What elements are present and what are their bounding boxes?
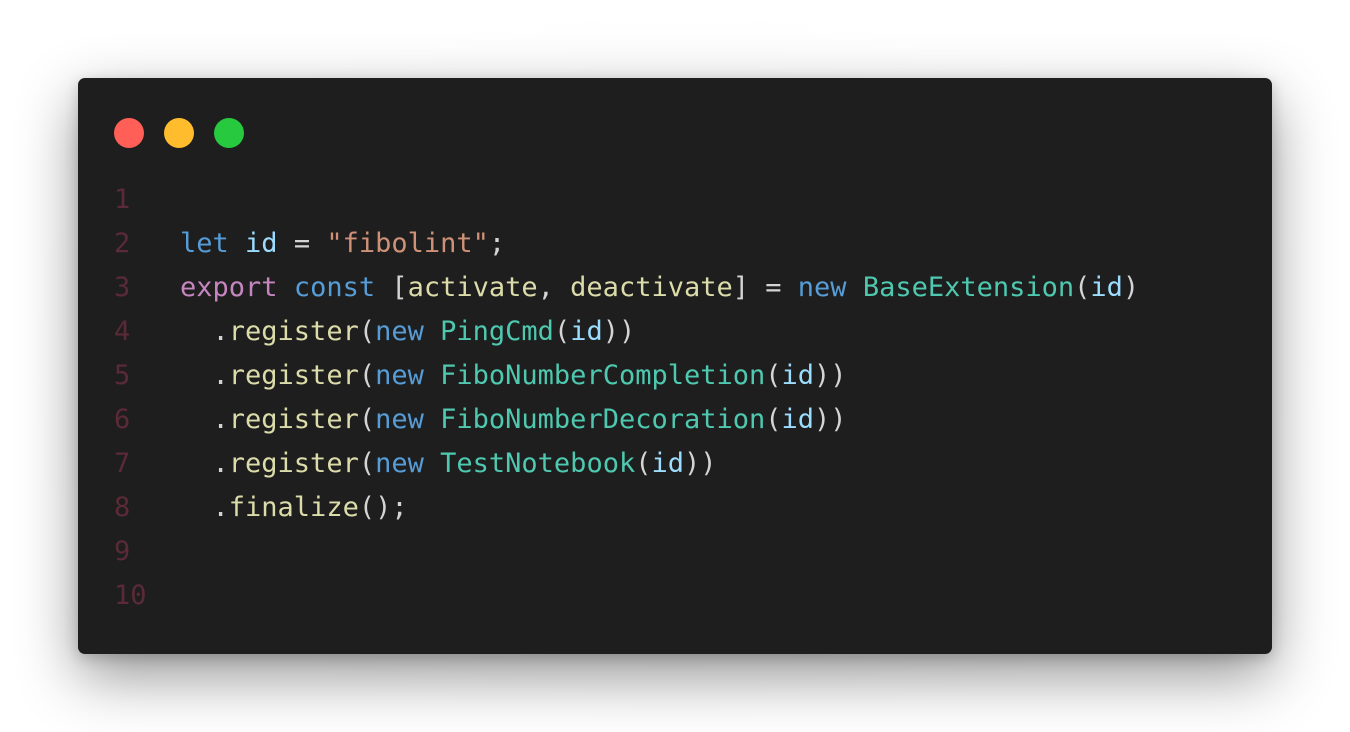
code-token: PingCmd (440, 316, 554, 347)
code-token: TestNotebook (440, 448, 636, 479)
code-token: ( (358, 316, 376, 347)
line-number: 2 (114, 228, 131, 259)
code-token: register (228, 448, 359, 479)
code-line: 5 .register(new FiboNumberCompletion(id)… (78, 354, 1272, 398)
code-text: .finalize(); (180, 486, 408, 530)
code-token: ) (1122, 272, 1140, 303)
code-token: ( (635, 448, 652, 479)
code-token: ( (358, 404, 376, 435)
line-number: 1 (114, 184, 131, 215)
code-token: FiboNumberCompletion (440, 360, 766, 391)
code-window: 1 2 let id = "fibolint"; 3 export const [act… (78, 78, 1272, 654)
code-text: .register(new PingCmd(id)) (180, 310, 636, 354)
code-line: 1 (78, 178, 1272, 222)
code-text: .register(new FiboNumberCompletion(id)) (180, 354, 847, 398)
code-token: . (180, 360, 229, 391)
code-token: )) (602, 316, 636, 347)
code-line: 6 .register(new FiboNumberDecoration(id)… (78, 398, 1272, 442)
code-token: ] = (732, 272, 798, 303)
code-line: 9 (78, 530, 1272, 574)
code-token: id (651, 448, 684, 479)
line-number: 4 (114, 316, 131, 347)
code-line: 8 .finalize(); (78, 486, 1272, 530)
code-token: [ (375, 272, 408, 303)
code-text: export const [activate, deactivate] = ne… (180, 266, 1139, 310)
code-token: (); (358, 492, 408, 523)
code-token: . (180, 316, 229, 347)
code-text: let id = "fibolint"; (180, 222, 505, 266)
code-token: new (375, 448, 424, 479)
code-token: new (797, 272, 847, 303)
code-token: ( (765, 404, 782, 435)
maximize-dot-icon[interactable] (214, 118, 244, 148)
code-token: new (375, 316, 424, 347)
code-token: register (228, 360, 359, 391)
close-dot-icon[interactable] (114, 118, 144, 148)
line-number: 6 (114, 404, 131, 435)
code-token: BaseExtension (862, 272, 1075, 303)
code-token: ( (765, 360, 782, 391)
code-token: )) (814, 404, 847, 435)
code-text: .register(new TestNotebook(id)) (180, 442, 717, 486)
line-number: 9 (114, 536, 131, 567)
line-number: 8 (114, 492, 131, 523)
code-line: 3 export const [activate, deactivate] = n… (78, 266, 1272, 310)
code-line: 10 (78, 574, 1272, 618)
code-token: id (570, 316, 603, 347)
code-token: ( (1074, 272, 1091, 303)
code-token: activate (407, 272, 538, 303)
code-line: 7 .register(new TestNotebook(id)) (78, 442, 1272, 486)
code-text: .register(new FiboNumberDecoration(id)) (180, 398, 847, 442)
line-number: 7 (114, 448, 131, 479)
code-token: register (228, 404, 359, 435)
code-token: . (180, 448, 229, 479)
line-number: 10 (114, 580, 147, 611)
code-token: id (781, 360, 815, 391)
code-token: ( (358, 448, 376, 479)
code-token: )) (814, 360, 847, 391)
code-token: . (180, 492, 229, 523)
code-token: id (1090, 272, 1123, 303)
line-number: 5 (114, 360, 131, 391)
code-token: finalize (228, 492, 359, 523)
code-token: FiboNumberDecoration (440, 404, 766, 435)
code-token: "fibolint" (326, 228, 489, 259)
code-token: , (537, 272, 571, 303)
code-token: ( (358, 360, 376, 391)
code-token: id (781, 404, 815, 435)
code-token: new (375, 360, 424, 391)
code-token: let (180, 228, 229, 259)
code-token: deactivate (570, 272, 733, 303)
code-token: register (228, 316, 359, 347)
code-token: new (375, 404, 424, 435)
code-block: 1 2 let id = "fibolint"; 3 export const [act… (78, 178, 1272, 618)
line-number: 3 (114, 272, 131, 303)
code-token: id (245, 228, 278, 259)
code-token: ( (553, 316, 571, 347)
code-token: . (180, 404, 229, 435)
code-token: )) (684, 448, 717, 479)
code-token: ; (488, 228, 506, 259)
code-token: const (293, 272, 376, 303)
minimize-dot-icon[interactable] (164, 118, 194, 148)
code-token: = (277, 228, 327, 259)
code-token: export (180, 272, 278, 303)
code-line: 4 .register(new PingCmd(id)) (78, 310, 1272, 354)
code-line: 2 let id = "fibolint"; (78, 222, 1272, 266)
